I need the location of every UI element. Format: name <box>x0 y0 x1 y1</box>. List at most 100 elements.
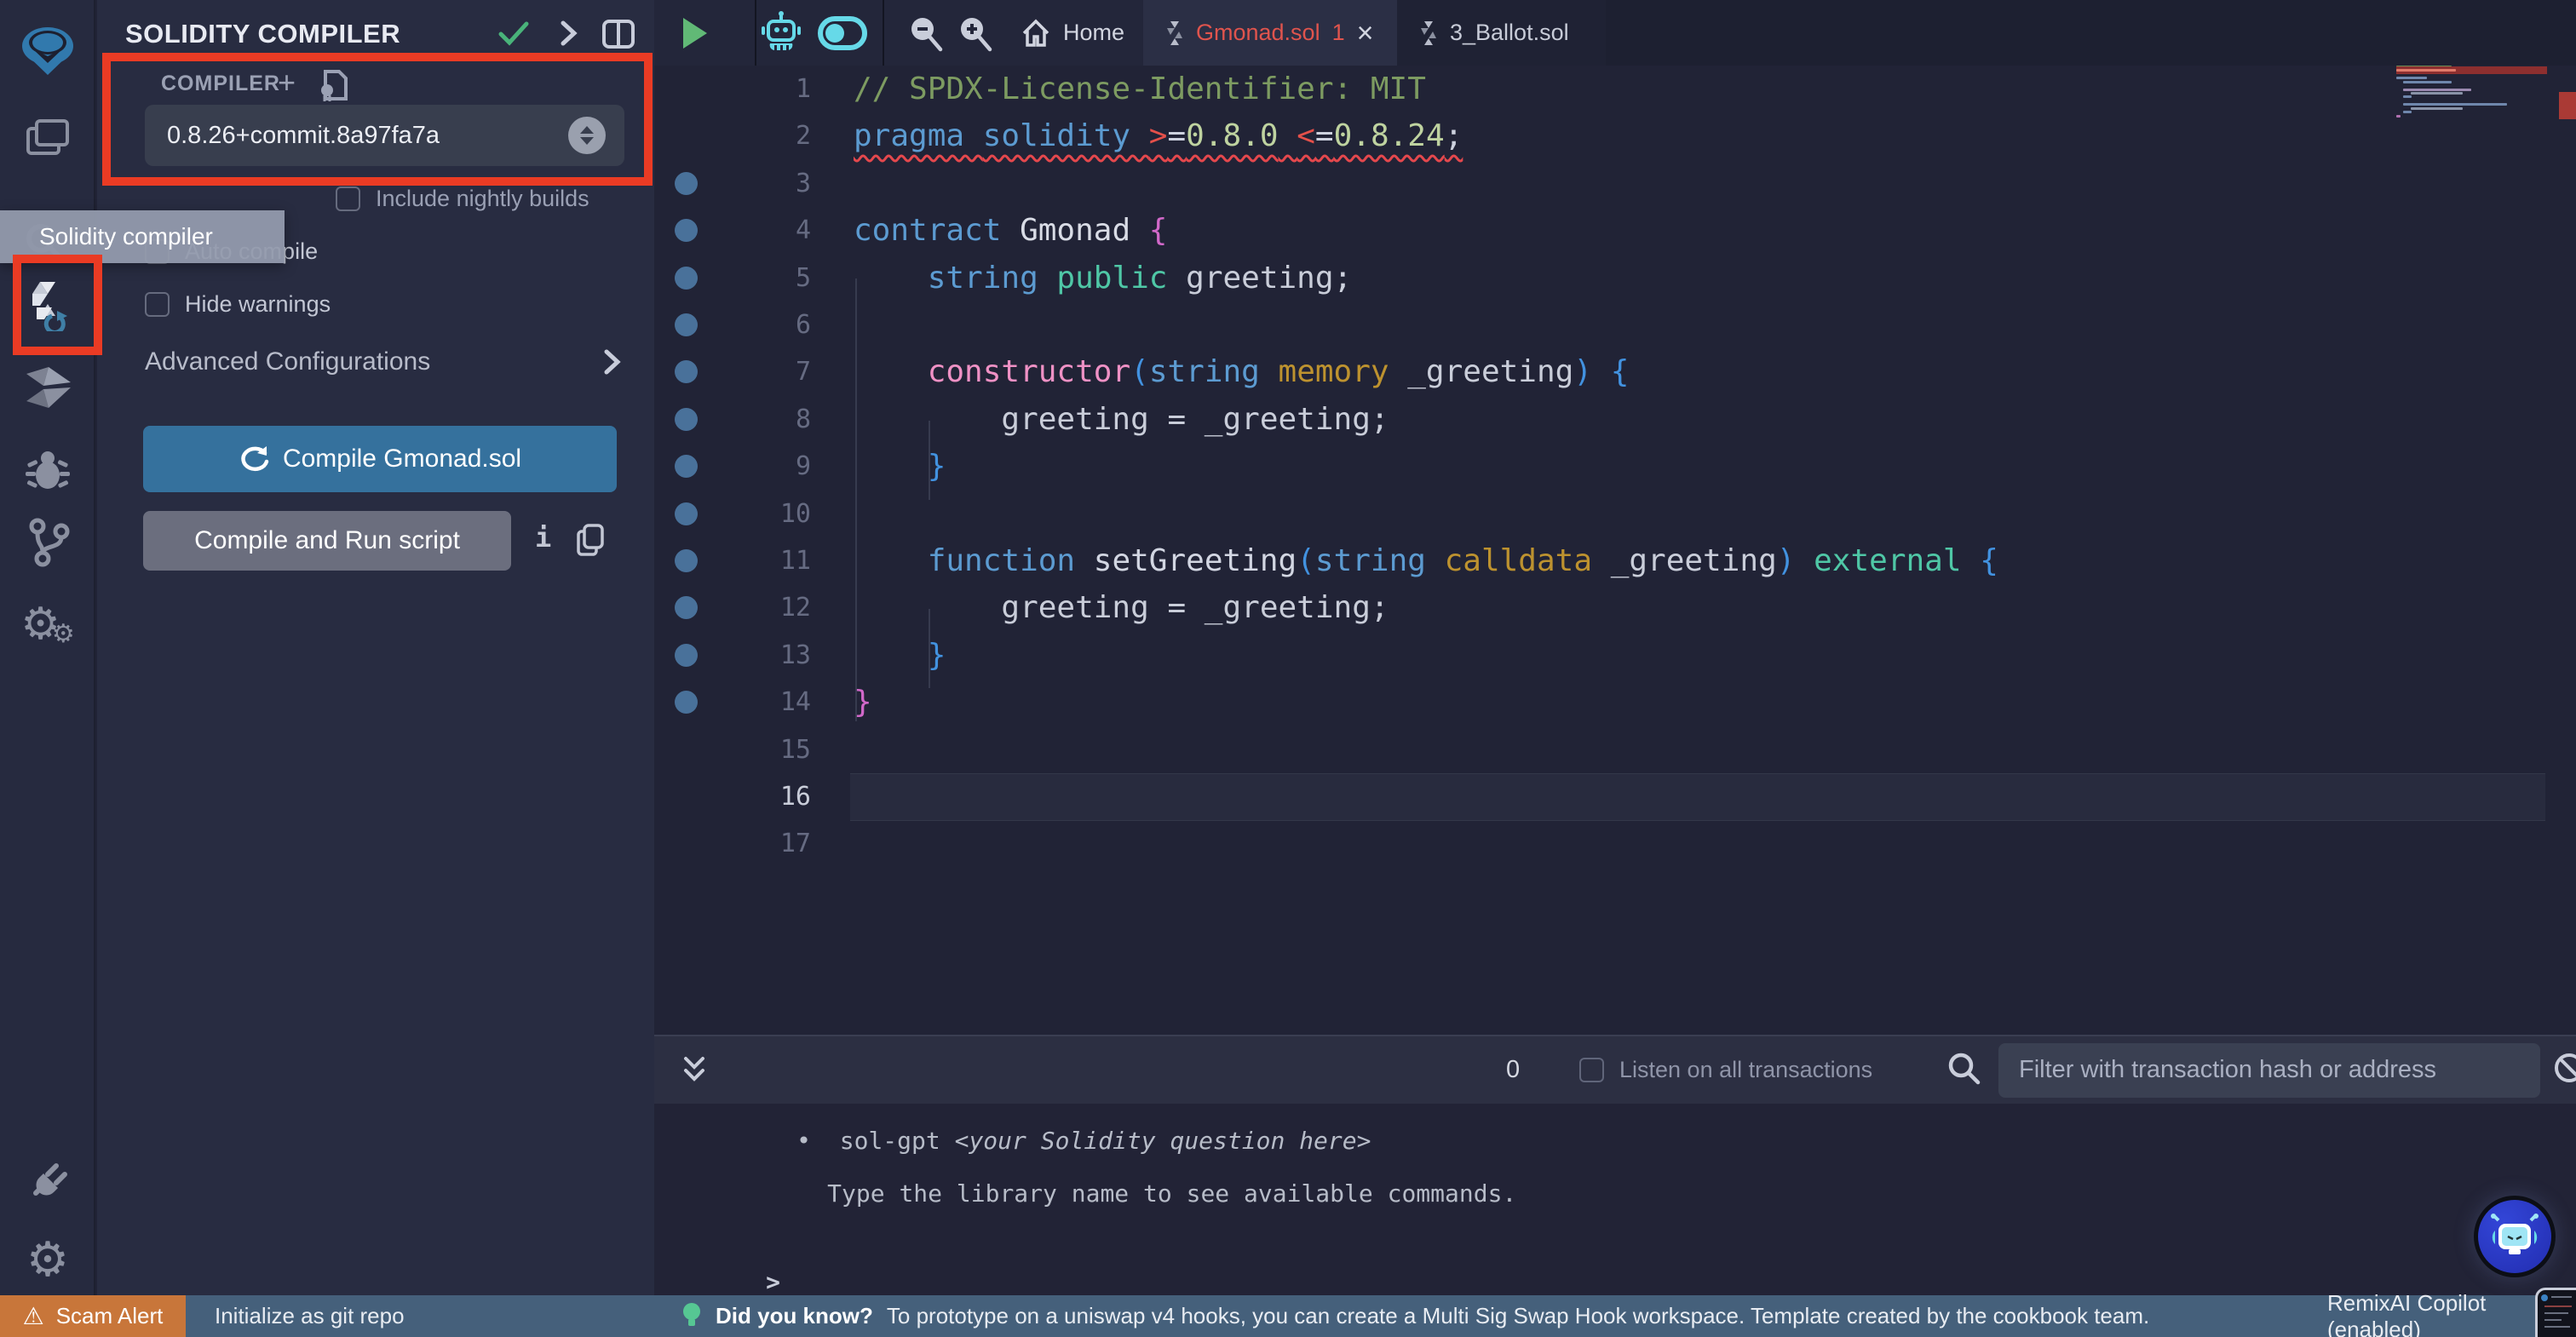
code-line-11[interactable]: 11 function setGreeting(string calldata … <box>654 537 2576 585</box>
tooltip-text: Solidity compiler <box>39 223 213 250</box>
compile-button[interactable]: Compile Gmonad.sol <box>143 426 617 492</box>
home-icon <box>1022 19 1049 47</box>
tab-home[interactable]: Home <box>998 0 1147 66</box>
listen-all-transactions-checkbox[interactable] <box>1579 1058 1604 1082</box>
compile-button-label: Compile Gmonad.sol <box>282 445 522 473</box>
minimap-line <box>2403 111 2412 114</box>
terminal-output[interactable]: • sol-gpt <your Solidity question here> … <box>654 1104 2576 1296</box>
deploy-run-icon[interactable] <box>0 361 95 414</box>
run-script-button[interactable] <box>680 0 709 66</box>
minimap[interactable] <box>2396 66 2547 321</box>
gutter-dot[interactable] <box>675 691 698 714</box>
hide-warnings-checkbox[interactable] <box>145 292 170 317</box>
code-line-6[interactable]: 6 <box>654 301 2576 349</box>
gutter-dot[interactable] <box>675 596 698 620</box>
compiler-version-select[interactable]: 0.8.26+commit.8a97fa7a <box>145 105 624 166</box>
solidity-compiler-tooltip: Solidity compiler <box>0 210 285 263</box>
code-text: } <box>927 449 946 485</box>
gutter-dot[interactable] <box>675 549 698 572</box>
code-line-15[interactable]: 15 <box>654 726 2576 774</box>
gutter-dot[interactable] <box>675 219 698 243</box>
corner-screenshot-thumbnail[interactable] <box>2535 1288 2576 1337</box>
git-icon[interactable] <box>0 516 95 569</box>
tab-ballot[interactable]: 3_Ballot.sol <box>1397 0 1606 66</box>
tab-gmonad-error-badge: 1 <box>1331 20 1345 45</box>
advanced-configurations-toggle[interactable]: Advanced Configurations <box>145 347 622 376</box>
refresh-icon <box>241 446 269 472</box>
add-compiler-icon[interactable]: + <box>278 65 296 100</box>
include-nightly-builds-label: Include nightly builds <box>376 186 589 211</box>
ai-assistant-robot-icon[interactable] <box>760 0 802 66</box>
zoom-in-icon[interactable] <box>956 0 993 66</box>
remix-ai-copilot-button[interactable] <box>2474 1196 2556 1277</box>
gutter-dot[interactable] <box>675 360 698 384</box>
solidity-compiler-icon[interactable] <box>0 278 95 332</box>
listen-all-transactions-row: Listen on all transactions <box>1579 1057 1872 1083</box>
transaction-filter-input[interactable]: Filter with transaction hash or address <box>1998 1042 2540 1098</box>
copy-icon[interactable] <box>576 523 605 561</box>
file-explorer-icon[interactable] <box>0 112 95 167</box>
gutter-dot[interactable] <box>675 266 698 290</box>
compiler-badge-icon[interactable] <box>317 68 348 106</box>
code-text: contract Gmonad { <box>854 213 1168 249</box>
code-line-2[interactable]: 2 pragma solidity >=0.8.0 <=0.8.24; <box>654 112 2576 160</box>
code-text: pragma solidity >=0.8.0 <=0.8.24; <box>854 118 1463 154</box>
minimap-line <box>2396 69 2456 72</box>
gutter-dot[interactable] <box>675 502 698 525</box>
status-bar: ⚠ Scam Alert Initialize as git repo Did … <box>0 1290 2576 1337</box>
plugin-manager-icon[interactable] <box>0 1148 95 1204</box>
select-spinner-icon <box>568 117 606 154</box>
terminal-search-icon[interactable] <box>1946 1050 1981 1090</box>
solidity-compiler-panel: SOLIDITY COMPILER COMPILER + 0.8.26+comm… <box>97 0 654 1337</box>
line-number: 15 <box>779 734 811 765</box>
line-number: 1 <box>795 74 811 104</box>
filter-placeholder: Filter with transaction hash or address <box>2019 1056 2436 1083</box>
code-line-1[interactable]: 1 // SPDX-License-Identifier: MIT <box>654 66 2576 113</box>
include-nightly-builds-checkbox[interactable] <box>336 186 360 211</box>
code-line-10[interactable]: 10 <box>654 491 2576 538</box>
gutter-dot[interactable] <box>675 455 698 479</box>
copilot-toggle-icon[interactable] <box>818 0 867 66</box>
compile-and-run-button[interactable]: Compile and Run script <box>143 511 511 571</box>
line-number: 7 <box>795 357 811 387</box>
info-icon[interactable]: i <box>535 521 551 554</box>
gutter-dot[interactable] <box>675 643 698 667</box>
code-line-4[interactable]: 4 contract Gmonad { <box>654 207 2576 255</box>
tab-gmonad[interactable]: Gmonad.sol 1 × <box>1143 0 1397 66</box>
init-git-repo-button[interactable]: Initialize as git repo <box>215 1295 405 1337</box>
split-view-icon[interactable] <box>601 19 635 54</box>
code-line-9[interactable]: 9 } <box>654 443 2576 491</box>
code-line-13[interactable]: 13 } <box>654 632 2576 680</box>
code-line-5[interactable]: 5 string public greeting; <box>654 255 2576 302</box>
code-line-17[interactable]: 17 <box>654 820 2576 868</box>
lightbulb-icon <box>683 1302 700 1326</box>
scam-alert-button[interactable]: ⚠ Scam Alert <box>0 1295 186 1337</box>
gutter-dot[interactable] <box>675 313 698 336</box>
plugin-runner-icon[interactable]: ⚙ ⚙ <box>0 596 95 652</box>
clear-console-icon[interactable] <box>2552 1051 2576 1089</box>
compiler-section-label: COMPILER <box>161 72 280 95</box>
hide-warnings-row: Hide warnings <box>145 291 331 318</box>
line-number: 10 <box>779 498 811 529</box>
minimap-line <box>2403 88 2471 91</box>
code-editor[interactable]: 1 // SPDX-License-Identifier: MIT 2 pragma … <box>654 66 2576 1035</box>
activity-bar: ⚙ ⚙ ⚙ <box>0 0 95 1337</box>
code-line-3[interactable]: 3 <box>654 160 2576 208</box>
gutter-dot[interactable] <box>675 407 698 431</box>
code-line-7[interactable]: 7 constructor(string memory _greeting) { <box>654 348 2576 396</box>
line-number: 11 <box>779 546 811 576</box>
debugger-icon[interactable] <box>0 443 95 497</box>
code-line-8[interactable]: 8 greeting = _greeting; <box>654 396 2576 444</box>
solidity-file-icon <box>1421 20 1436 45</box>
settings-icon[interactable]: ⚙ <box>0 1231 95 1288</box>
code-line-16[interactable]: 16 <box>654 773 2576 821</box>
gutter-dot[interactable] <box>675 171 698 195</box>
tab-close-icon[interactable]: × <box>1357 19 1374 48</box>
remix-logo-icon[interactable] <box>0 20 95 82</box>
zoom-out-icon[interactable] <box>906 0 944 66</box>
terminal-collapse-icon[interactable] <box>680 1053 709 1087</box>
code-text: greeting = _greeting; <box>854 590 1389 626</box>
code-line-12[interactable]: 12 greeting = _greeting; <box>654 584 2576 632</box>
pin-panel-chevron-icon[interactable] <box>559 19 579 52</box>
code-line-14[interactable]: 14} <box>654 679 2576 726</box>
